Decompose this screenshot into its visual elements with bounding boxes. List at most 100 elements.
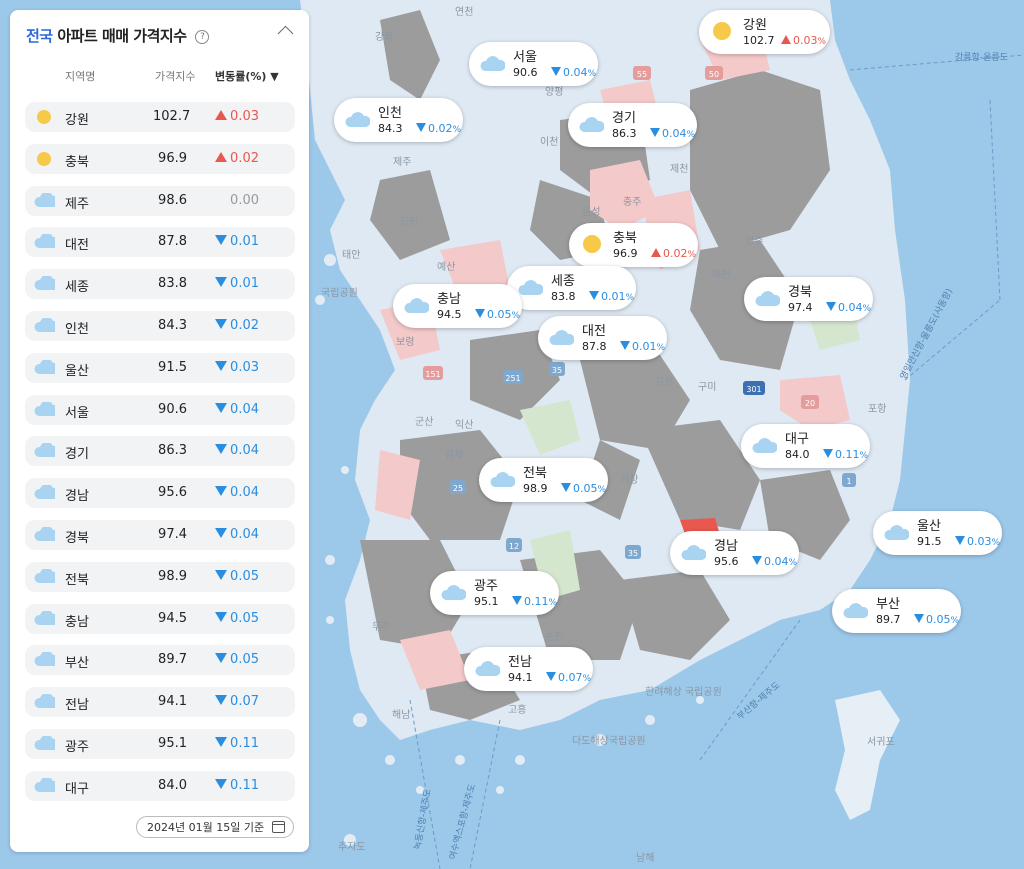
callout-3[interactable]: 경기 86.3 0.04% [568,103,697,147]
change-rate-text: 0.04 [230,401,259,417]
region-row[interactable]: 광주 95.1 0.11 [25,729,295,759]
callout-change-rate: 0.11% [823,448,868,461]
date-button[interactable]: 2024년 01월 15일 기준 [136,816,294,838]
change-rate-text: 0.05 [230,610,259,626]
callout-change-text: 0.04 [838,301,863,314]
place-label-0: 강화 [375,31,393,43]
cloud-icon [33,651,60,668]
triangle-down-icon [215,319,228,329]
callout-change-rate: 0.05% [914,613,959,626]
callout-index-value: 84.3 [378,122,403,135]
triangle-down-icon [561,483,571,492]
road-shield-9: 20 [801,395,819,409]
region-row[interactable]: 울산 91.5 0.03 [25,352,295,383]
callout-change-text: 0.11 [524,595,549,608]
place-label-1: 연천 [455,6,473,18]
callout-14[interactable]: 부산 89.7 0.05% [832,589,961,633]
change-rate-value: 0.01 [213,234,259,249]
callout-12[interactable]: 경남 95.6 0.04% [670,531,799,575]
road-shield-8: 301 [743,381,765,395]
cloud-icon [489,469,516,489]
sun-icon [33,151,55,167]
region-row[interactable]: 제주 98.6 0.00 [25,185,295,216]
callout-region-name: 강원 [743,18,767,33]
change-rate-value: 0.05 [213,611,259,626]
region-row[interactable]: 충남 94.5 0.05 [25,603,295,634]
place-label-13: 보령 [396,336,414,348]
help-icon[interactable]: ? [195,30,210,44]
change-rate-text: 0.01 [230,234,259,250]
triangle-down-icon [215,402,228,413]
road-shield-10: 1 [842,473,856,487]
region-name: 세종 [65,280,89,296]
change-rate-value: 0.04 [213,527,259,542]
callout-13[interactable]: 광주 95.1 0.11% [430,571,559,615]
callout-10[interactable]: 전북 98.9 0.05% [479,458,608,502]
callout-8[interactable]: 대전 87.8 0.01% [538,316,667,360]
place-label-21: 순천 [545,631,563,643]
region-row[interactable]: 대전 87.8 0.01 [25,227,295,258]
callout-6[interactable]: 충남 94.5 0.05% [393,284,522,328]
callout-index-value: 95.1 [474,595,499,608]
region-row[interactable]: 충북 96.9 0.02 [25,143,295,174]
callout-region-name: 충남 [437,292,461,307]
triangle-down-icon [215,778,228,789]
triangle-up-icon [651,248,661,257]
panel-title-scope[interactable]: 전국 [26,27,53,45]
region-name: 경북 [65,531,89,546]
callout-change-rate: 0.11% [512,595,557,608]
chevron-up-icon[interactable] [277,25,294,42]
cloud-icon [842,600,869,620]
callout-region-name: 경기 [612,111,636,126]
callout-region-name: 전북 [523,466,547,481]
region-row[interactable]: 강원 102.7 0.03 [25,102,295,132]
price-index-value: 89.7 [158,652,187,668]
callout-index-value: 86.3 [612,127,637,140]
place-label-4: 음성 [582,206,600,218]
region-row[interactable]: 전남 94.1 0.07 [25,687,295,718]
place-label-29: 포항 [868,403,886,415]
change-rate-value: 0.11 [213,736,259,751]
callout-11[interactable]: 울산 91.5 0.03% [873,511,1002,555]
column-change-sort[interactable]: 변동률(%) ▼ [215,68,279,84]
region-row[interactable]: 인천 84.3 0.02 [25,311,295,341]
percent-suffix: % [950,616,960,626]
callout-0[interactable]: 강원 102.7 0.03% [699,10,830,54]
region-row[interactable]: 전북 98.9 0.05 [25,561,295,592]
callout-4[interactable]: 충북 96.9 0.02% [569,223,698,267]
region-row[interactable]: 서울 90.6 0.04 [25,394,295,425]
callout-2[interactable]: 인천 84.3 0.02% [334,98,463,142]
place-label-3: 이천 [540,136,558,148]
callout-1[interactable]: 서울 90.6 0.04% [469,42,598,86]
region-row[interactable]: 세종 83.8 0.01 [25,269,295,300]
callout-7[interactable]: 경북 97.4 0.04% [744,277,873,321]
cloud-icon [33,609,60,627]
region-row[interactable]: 경기 86.3 0.04 [25,436,295,467]
region-row[interactable]: 대구 84.0 0.11 [25,770,295,801]
cloud-icon [754,288,781,308]
cloud-icon [344,109,371,129]
percent-suffix: % [587,69,597,79]
cloud-icon [403,295,430,315]
callout-5[interactable]: 세종 83.8 0.01% [507,266,636,310]
callout-index-value: 91.5 [917,535,942,548]
place-label-15: 구미 [698,381,716,393]
region-name: 충북 [65,154,89,170]
place-label-9: 당진 [400,216,418,228]
callout-change-rate: 0.04% [650,127,695,140]
cloud-icon [33,317,60,334]
region-row[interactable]: 경북 97.4 0.04 [25,520,295,550]
road-shield-6-text: 12 [509,542,519,551]
change-rate-text: 0.00 [230,192,259,208]
region-row[interactable]: 부산 89.7 0.05 [25,645,295,676]
triangle-down-icon [752,556,762,565]
price-index-value: 97.4 [158,527,187,542]
change-rate-text: 0.11 [230,777,259,793]
callout-index-value: 90.6 [513,66,538,79]
region-row[interactable]: 경남 95.6 0.04 [25,478,295,509]
callout-15[interactable]: 전남 94.1 0.07% [464,647,593,691]
place-label-18: 김제 [445,449,463,461]
region-name: 인천 [65,322,89,337]
route-label-0: 강릉항-울릉도 [955,52,1008,63]
callout-9[interactable]: 대구 84.0 0.11% [741,424,870,468]
